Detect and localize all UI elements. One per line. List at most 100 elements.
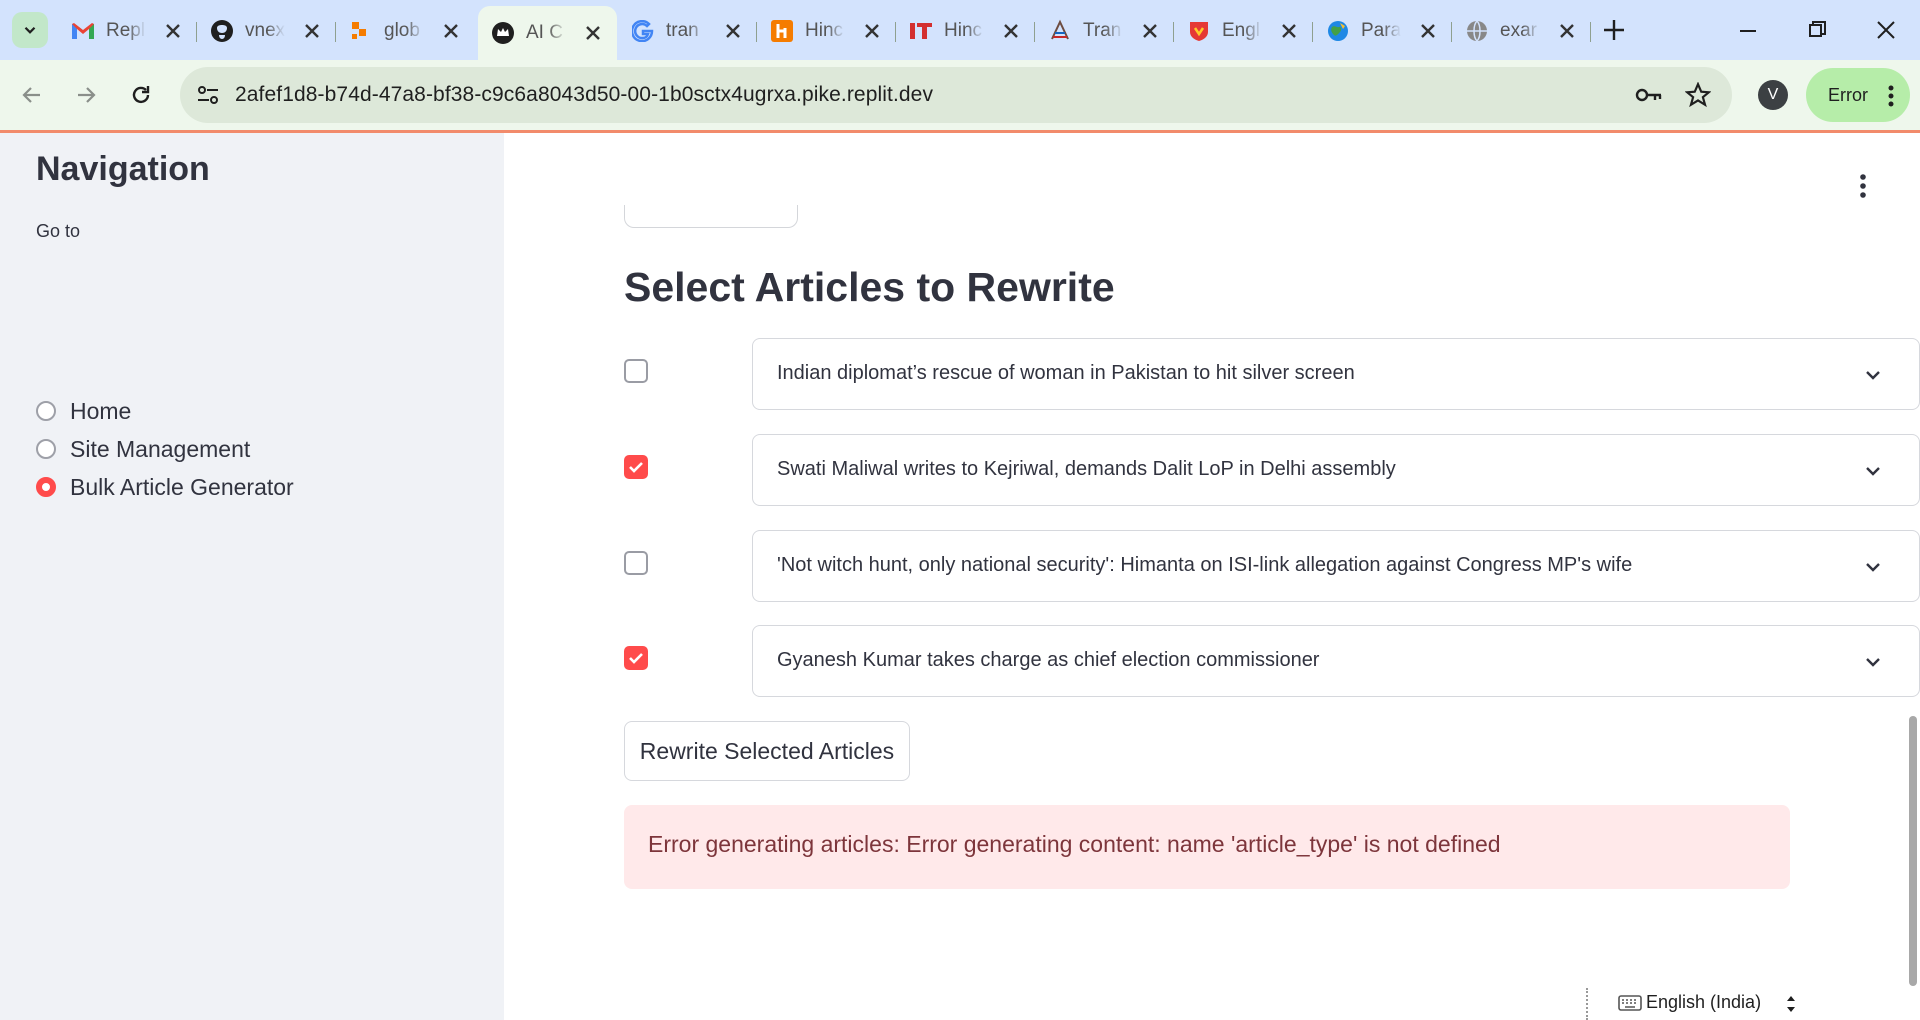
shield-logo-icon	[1186, 18, 1212, 44]
tab[interactable]: Repl	[58, 10, 197, 52]
more-vert-icon	[1888, 85, 1894, 107]
tab-strip: Repl vnex glob AI C tran Hinc Hinc Tran …	[0, 0, 1920, 60]
article-expander[interactable]: Gyanesh Kumar takes charge as chief elec…	[752, 625, 1920, 697]
gmail-icon	[70, 18, 96, 44]
close-icon[interactable]	[441, 21, 461, 41]
tab[interactable]: Tran	[1035, 10, 1174, 52]
profile-avatar[interactable]: V	[1758, 80, 1788, 110]
page-scrollbar[interactable]	[1909, 716, 1917, 986]
hindi-h-icon	[769, 18, 795, 44]
sidebar-title: Navigation	[36, 150, 210, 188]
rewrite-selected-button[interactable]: Rewrite Selected Articles	[624, 721, 910, 781]
tab-title: Para	[1361, 20, 1401, 41]
article-checkbox-checked[interactable]	[624, 455, 648, 479]
close-icon[interactable]	[1279, 21, 1299, 41]
globe-map-icon	[1325, 18, 1351, 44]
browser-error-menu[interactable]: Error	[1806, 68, 1910, 122]
tab[interactable]: Hinc	[757, 10, 896, 52]
close-icon[interactable]	[302, 21, 322, 41]
minimize-icon[interactable]	[1734, 16, 1762, 44]
tab-title: Repl	[106, 20, 146, 41]
radio-circle-selected[interactable]	[36, 477, 56, 497]
sidebar	[0, 133, 504, 1020]
tab-search-button[interactable]	[12, 12, 48, 48]
tab-title: Tran	[1083, 20, 1122, 41]
chevron-down-icon	[24, 26, 36, 34]
check-icon	[629, 462, 643, 473]
tab[interactable]: tran	[618, 10, 757, 52]
nav-radio-label[interactable]: Bulk Article Generator	[70, 474, 294, 501]
input-language-label: English (India)	[1646, 992, 1762, 1012]
address-bar[interactable]: 2afef1d8-b74d-47a8-bf38-c9c6a8043d50-00-…	[180, 67, 1732, 123]
error-alert: Error generating articles: Error generat…	[624, 805, 1790, 889]
tab-title: Hinc	[805, 20, 844, 41]
close-icon[interactable]	[723, 21, 743, 41]
close-icon[interactable]	[1557, 21, 1577, 41]
page-heading: Select Articles to Rewrite	[624, 264, 1115, 310]
error-pill-label: Error	[1828, 84, 1868, 105]
tab-title: tran	[666, 20, 699, 41]
github-icon	[209, 18, 235, 44]
article-title: Gyanesh Kumar takes charge as chief elec…	[777, 649, 1320, 671]
new-tab-plus-icon[interactable]	[1600, 16, 1628, 44]
article-checkbox[interactable]	[624, 359, 648, 383]
close-icon[interactable]	[862, 21, 882, 41]
nav-radio-label[interactable]: Site Management	[70, 436, 250, 463]
chevron-down-icon	[1866, 467, 1880, 476]
article-checkbox-checked[interactable]	[624, 646, 648, 670]
forward-button[interactable]	[68, 77, 104, 113]
orange-logo-icon	[348, 18, 374, 44]
nav-radio-bulk-article-generator[interactable]: Bulk Article Generator	[36, 472, 294, 502]
back-button[interactable]	[14, 77, 50, 113]
nav-radio-home[interactable]: Home	[36, 396, 131, 426]
chevron-down-icon	[1866, 658, 1880, 667]
close-icon[interactable]	[163, 21, 183, 41]
site-info-icon[interactable]	[196, 84, 220, 106]
tab-title: Engl	[1222, 20, 1261, 41]
arrow-right-icon	[78, 87, 96, 103]
tab[interactable]: glob	[336, 10, 475, 52]
tab[interactable]: Hinc	[896, 10, 1035, 52]
crown-icon	[490, 20, 516, 46]
article-checkbox[interactable]	[624, 551, 648, 575]
google-icon	[630, 18, 656, 44]
close-icon[interactable]	[1140, 21, 1160, 41]
tab-title: Hinc	[944, 20, 983, 41]
tab[interactable]: vnex	[197, 10, 336, 52]
close-icon[interactable]	[583, 23, 603, 43]
close-icon[interactable]	[1001, 21, 1021, 41]
article-title: Indian diplomat’s rescue of woman in Pak…	[777, 362, 1355, 384]
input-language-indicator[interactable]: English (India)	[1586, 988, 1920, 1020]
check-icon	[629, 653, 643, 664]
error-message: Error generating articles: Error generat…	[648, 831, 1501, 857]
article-expander[interactable]: Indian diplomat’s rescue of woman in Pak…	[752, 338, 1920, 410]
reload-button[interactable]	[123, 77, 159, 113]
key-icon[interactable]	[1635, 85, 1663, 105]
divider	[1586, 988, 1588, 1020]
tab-active[interactable]: AI C	[478, 6, 617, 60]
radio-circle[interactable]	[36, 439, 56, 459]
url-text[interactable]: 2afef1d8-b74d-47a8-bf38-c9c6a8043d50-00-…	[235, 83, 933, 107]
nav-radio-site-management[interactable]: Site Management	[36, 434, 250, 464]
tab-title: exar	[1500, 20, 1537, 41]
tab[interactable]: Para	[1313, 10, 1452, 52]
radio-group-label: Go to	[36, 221, 81, 241]
article-title: Swati Maliwal writes to Kejriwal, demand…	[777, 458, 1396, 480]
tab[interactable]: exar	[1452, 10, 1591, 52]
restore-icon[interactable]	[1803, 16, 1831, 44]
close-icon[interactable]	[1418, 21, 1438, 41]
article-title: 'Not witch hunt, only national security'…	[777, 554, 1633, 576]
star-icon[interactable]	[1685, 82, 1711, 108]
article-expander[interactable]: 'Not witch hunt, only national security'…	[752, 530, 1920, 602]
article-expander[interactable]: Swati Maliwal writes to Kejriwal, demand…	[752, 434, 1920, 506]
tab[interactable]: Engl	[1174, 10, 1313, 52]
app-menu-icon[interactable]	[1858, 173, 1868, 199]
nav-radio-label[interactable]: Home	[70, 398, 131, 425]
window-close-icon[interactable]	[1872, 16, 1900, 44]
translate-icon	[1047, 18, 1073, 44]
tab-title: glob	[384, 20, 420, 41]
arrow-left-icon	[22, 87, 40, 103]
up-down-arrows-icon	[1787, 996, 1795, 1012]
scrolled-widget-edge	[624, 205, 798, 228]
radio-circle[interactable]	[36, 401, 56, 421]
